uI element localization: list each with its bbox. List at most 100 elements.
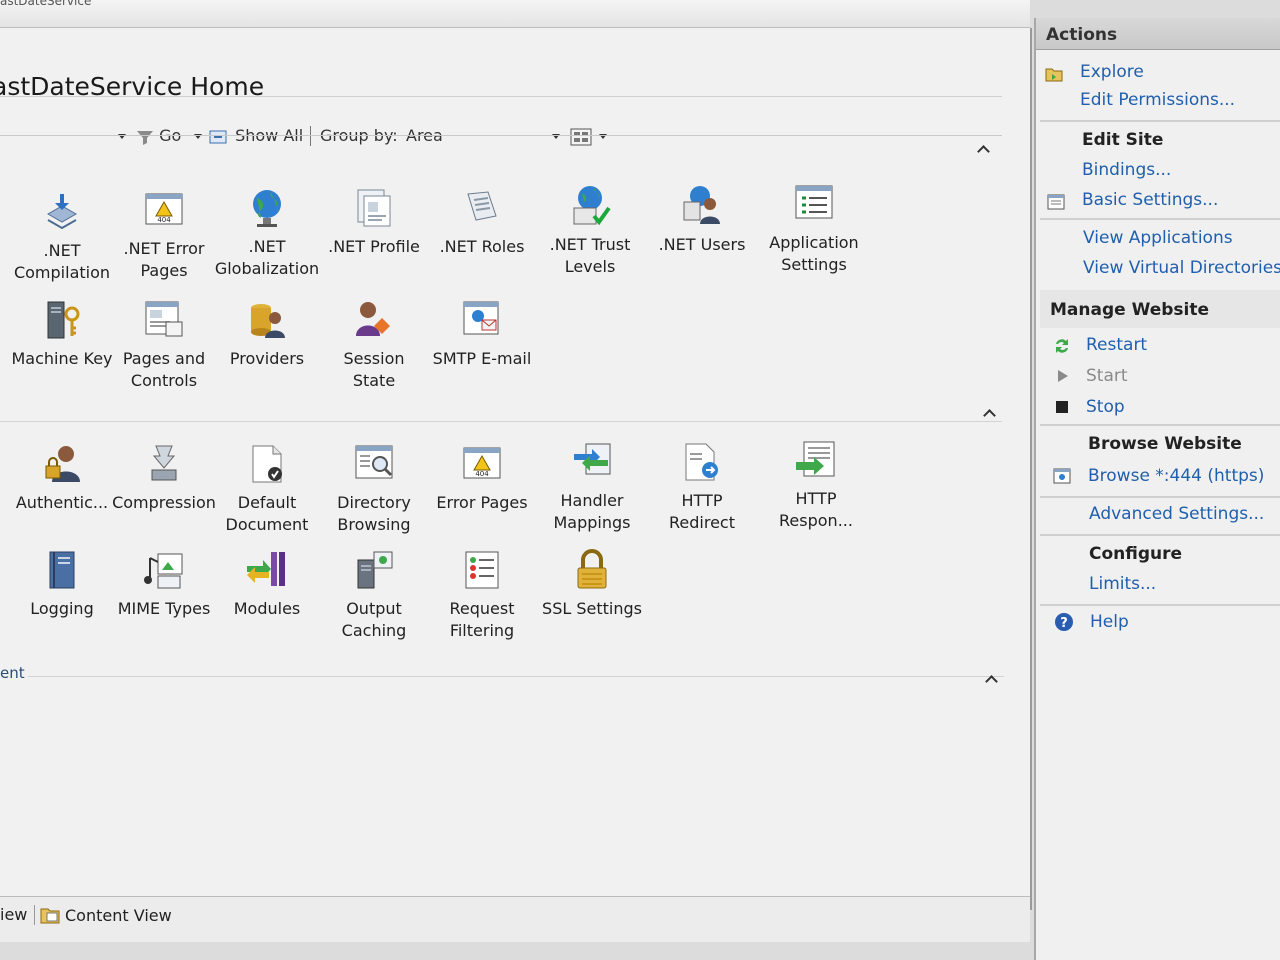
output-caching-icon [357, 551, 393, 589]
explore-link[interactable]: Explore [1080, 62, 1144, 82]
default-document-icon [252, 445, 282, 483]
window-tab-strip: astDateService [0, 0, 1030, 28]
providers-icon [251, 304, 285, 338]
feature-providers[interactable]: Providers [213, 298, 321, 370]
globe-icon [253, 190, 281, 227]
view-grid-icon [570, 128, 592, 145]
machine-key-icon [47, 301, 80, 339]
start-link[interactable]: Start [1086, 366, 1128, 386]
edit-permissions-link[interactable]: Edit Permissions... [1080, 90, 1235, 110]
feature-net-trust-levels[interactable]: .NET Trust Levels [536, 184, 644, 278]
feature-handler-mappings[interactable]: Handler Mappings [538, 440, 646, 534]
view-applications-link[interactable]: View Applications [1083, 228, 1233, 248]
limits-link[interactable]: Limits... [1089, 574, 1156, 594]
start-icon [1058, 370, 1068, 382]
error-pages-icon: 404 [145, 193, 183, 225]
svg-text:?: ? [1060, 616, 1068, 631]
explore-icon [1045, 68, 1063, 82]
feature-modules[interactable]: Modules [213, 548, 321, 620]
actions-separator [1040, 534, 1280, 536]
feature-session-state[interactable]: Session State [320, 298, 428, 392]
browse-https-link[interactable]: Browse *:444 (https) [1088, 466, 1264, 486]
feature-net-error-pages[interactable]: 404 .NET Error Pages [110, 188, 218, 282]
feature-mime-types[interactable]: MIME Types [110, 548, 218, 620]
feature-compression[interactable]: Compression [110, 442, 218, 514]
handler-mappings-icon [574, 443, 611, 475]
collapse-aspnet-group-icon[interactable] [976, 144, 990, 154]
content-view-tab[interactable]: Content View [34, 905, 172, 925]
feature-directory-browsing[interactable]: Directory Browsing [320, 442, 428, 536]
feature-default-document[interactable]: Default Document [213, 442, 321, 536]
actions-separator [1040, 218, 1280, 220]
actions-header: Actions [1036, 18, 1280, 50]
trust-levels-icon [573, 186, 611, 226]
browse-icon [1053, 468, 1071, 484]
feature-error-pages[interactable]: 404 Error Pages [428, 442, 536, 514]
browse-website-title: Browse Website [1088, 434, 1242, 454]
filter-toolbar: Go Show All Group by: Area [0, 124, 1002, 150]
compression-icon [151, 445, 177, 481]
view-mode-button[interactable] [570, 126, 608, 147]
help-icon: ? [1055, 613, 1073, 631]
roles-icon [467, 191, 497, 221]
restart-icon [1056, 339, 1068, 353]
app-settings-icon [795, 185, 833, 219]
features-panel: astDateService Home Go Show All Group by… [0, 28, 1032, 942]
feature-request-filtering[interactable]: Request Filtering [428, 548, 536, 642]
profile-icon [357, 189, 391, 227]
restart-link[interactable]: Restart [1086, 335, 1147, 355]
feature-application-settings[interactable]: Application Settings [760, 182, 868, 276]
pages-controls-icon [145, 301, 183, 337]
svg-text:404: 404 [157, 216, 171, 224]
feature-net-globalization[interactable]: .NET Globalization [213, 186, 321, 280]
toolbar-separator [310, 126, 311, 146]
title-divider [0, 96, 1002, 97]
error-pages-icon: 404 [463, 447, 501, 479]
feature-net-profile[interactable]: .NET Profile [320, 186, 428, 258]
feature-net-roles[interactable]: .NET Roles [428, 186, 536, 258]
feature-output-caching[interactable]: Output Caching [320, 548, 428, 642]
feature-pages-and-controls[interactable]: Pages and Controls [110, 298, 218, 392]
stop-icon [1056, 401, 1068, 413]
authentication-icon [45, 446, 80, 482]
management-group-label: ent [0, 664, 25, 682]
http-response-icon [796, 441, 835, 477]
basic-settings-icon [1047, 194, 1065, 210]
feature-authentication[interactable]: Authentic... [8, 442, 116, 514]
actions-separator [1040, 496, 1280, 498]
show-all-icon [209, 130, 227, 143]
collapse-iis-group-icon[interactable] [982, 408, 996, 418]
feature-http-response-headers[interactable]: HTTP Respon... [762, 438, 870, 532]
lock-icon [577, 549, 607, 589]
edit-site-title: Edit Site [1082, 130, 1164, 150]
feature-ssl-settings[interactable]: SSL Settings [538, 548, 646, 620]
funnel-icon [137, 130, 153, 145]
feature-http-redirect[interactable]: HTTP Redirect [648, 440, 756, 534]
bindings-link[interactable]: Bindings... [1082, 160, 1171, 180]
feature-logging[interactable]: Logging [8, 548, 116, 620]
feature-smtp-email[interactable]: SMTP E-mail [428, 298, 536, 370]
svg-text:404: 404 [475, 470, 489, 478]
feature-net-users[interactable]: .NET Users [648, 184, 756, 256]
iis-group-divider [0, 421, 1002, 422]
advanced-settings-link[interactable]: Advanced Settings... [1089, 504, 1264, 524]
features-view-tab[interactable]: iew [0, 905, 27, 924]
collapse-management-group-icon[interactable] [984, 674, 998, 684]
smtp-email-icon [463, 301, 499, 335]
basic-settings-link[interactable]: Basic Settings... [1082, 190, 1218, 210]
logging-icon [49, 551, 75, 589]
view-virtual-directories-link[interactable]: View Virtual Directories [1083, 258, 1280, 278]
management-group-divider [28, 676, 1004, 677]
modules-icon [247, 552, 285, 586]
window-tab-text: astDateService [0, 0, 92, 8]
mime-types-icon [144, 553, 183, 589]
configure-title: Configure [1089, 544, 1183, 564]
users-icon [683, 186, 720, 224]
compilation-icon [46, 194, 78, 230]
actions-separator [1040, 120, 1280, 122]
help-link[interactable]: Help [1090, 612, 1129, 632]
http-redirect-icon [685, 443, 718, 481]
feature-machine-key[interactable]: Machine Key [8, 298, 116, 370]
stop-link[interactable]: Stop [1086, 397, 1125, 417]
feature-net-compilation[interactable]: .NET Compilation [8, 190, 116, 284]
